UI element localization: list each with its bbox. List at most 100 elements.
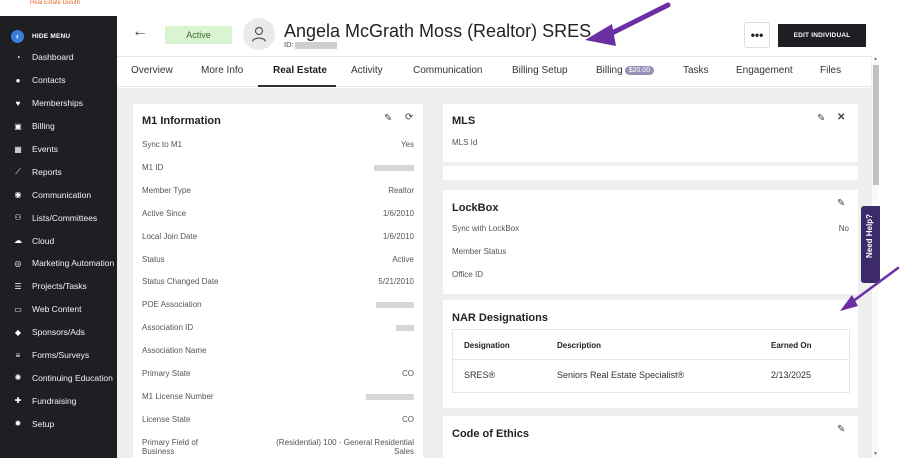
field-value: Active [392,254,414,264]
sidebar-item-events[interactable]: ▦ Events [0,138,117,161]
target-icon: ◎ [14,258,22,268]
sidebar-item-cloud[interactable]: ☁ Cloud [0,229,117,252]
redacted-value [376,300,414,309]
sidebar-item-label: Continuing Education [32,372,113,383]
sidebar-item-memberships[interactable]: ♥ Memberships [0,92,117,115]
description-cell: Seniors Real Estate Specialist® [557,370,685,380]
sidebar-item-label: Billing [32,121,55,132]
billing-badge: $20.00 [624,66,655,75]
tab-activity[interactable]: Activity [351,65,383,76]
sidebar-item-dashboard[interactable]: ◔ Dashboard [0,46,117,69]
chat-icon: ◉ [14,190,22,200]
lockbox-card-title: LockBox [452,202,499,214]
scroll-up-icon[interactable]: ▲ [873,56,878,62]
hide-menu-button[interactable]: ‹ HIDE MENU [0,26,117,46]
field-label: Association Name [142,346,207,356]
sidebar-item-continuing-education[interactable]: ✺ Continuing Education [0,366,117,389]
scroll-down-icon[interactable]: ▼ [873,451,878,457]
edit-individual-button[interactable]: EDIT INDIVIDUAL [778,24,866,47]
sidebar-item-label: Communication [32,189,92,200]
sidebar-item-label: Fundraising [32,395,77,406]
cog-icon: ✹ [14,419,22,429]
m1-card-title: M1 Information [142,115,221,127]
tab-more-info[interactable]: More Info [201,65,243,76]
more-options-button[interactable]: ••• [744,22,770,48]
sidebar-nav: ◔ Dashboard ● Contacts ♥ Memberships ▣ Billing ▦… [0,46,117,435]
tab-billing-setup[interactable]: Billing Setup [512,65,568,76]
sidebar-item-lists-committees[interactable]: ⚇ Lists/Committees [0,206,117,229]
field-label: POE Association [142,300,202,310]
tab-communication[interactable]: Communication [413,65,482,76]
record-id: ID: [284,40,337,49]
gear-icon: ✺ [14,373,22,383]
need-help-button[interactable]: Need Help? [861,206,880,283]
sidebar-item-label: Events [32,144,58,154]
nar-designations-card: NAR Designations Designation Description… [443,300,858,408]
sidebar-item-label: Lists/Committees [32,212,98,223]
sidebar-item-sponsors-ads[interactable]: ◆ Sponsors/Ads [0,321,117,344]
sidebar-item-projects-tasks[interactable]: ☰ Projects/Tasks [0,275,117,298]
sidebar-item-label: Memberships [32,98,84,109]
monitor-icon: ▭ [14,304,22,314]
lockbox-card: LockBox ✎ Sync with LockBox No Member St… [443,190,858,294]
record-header: ← Active Angela McGrath Moss (Realtor) S… [117,15,871,55]
pencil-icon[interactable]: ✎ [817,113,825,124]
tab-files[interactable]: Files [820,65,841,76]
sidebar-item-reports[interactable]: ⟋ Reports [0,160,117,183]
redaction-bar [366,393,414,400]
sidebar-item-fundraising[interactable]: ✚ Fundraising [0,389,117,412]
column-header: Designation [464,341,510,350]
field-value: Realtor [388,185,414,195]
field-value: CO [402,414,414,424]
scrollbar-thumb[interactable] [873,65,879,185]
column-header: Description [557,341,602,350]
ethics-card-title: Code of Ethics [452,428,530,440]
sidebar-item-label: Projects/Tasks [32,281,87,292]
heart-icon: ♥ [15,98,21,108]
pencil-icon[interactable]: ✎ [384,113,392,124]
sidebar-top-strip: Heal Estate Duluth [0,0,117,16]
sidebar-item-forms-surveys[interactable]: ≡ Forms/Surveys [0,344,117,367]
field-label: Sync to M1 [142,140,183,149]
field-label: Primary State [142,369,191,378]
sidebar-item-label: Reports [32,166,62,177]
refresh-icon[interactable]: ⟳ [405,112,413,123]
org-name: Heal Estate Duluth [30,0,81,6]
tab-tasks[interactable]: Tasks [683,65,709,76]
tab-bar: Overview More Info Real Estate Activity … [117,56,871,87]
tab-billing-label: Billing [596,65,623,76]
redacted-value [396,323,414,332]
lockbox-sync-value: No [838,224,849,233]
record-id-label: ID: [284,40,294,49]
sidebar-item-billing[interactable]: ▣ Billing [0,115,117,138]
money-icon: ▣ [14,121,22,131]
sidebar-item-setup[interactable]: ✹ Setup [0,412,117,435]
tab-engagement[interactable]: Engagement [736,65,793,76]
sidebar-item-label: Forms/Surveys [32,350,90,361]
field-label: License State [142,414,191,424]
designation-cell: SRES® [464,370,496,380]
sidebar: Heal Estate Duluth ‹ HIDE MENU ◔ Dashboar… [0,0,117,458]
nar-table: Designation Description Earned On SRES® … [452,329,850,393]
m1-card: M1 Information ✎ ⟳ Sync to M1 Yes M1 ID Mem… [133,104,423,458]
tab-overview[interactable]: Overview [131,65,173,76]
need-help-label: Need Help? [865,214,874,259]
sidebar-item-communication[interactable]: ◉ Communication [0,183,117,206]
tab-billing[interactable]: Billing $20.00 [596,65,655,76]
sidebar-item-label: Web Content [32,304,82,315]
sidebar-item-contacts[interactable]: ● Contacts [0,69,117,92]
field-label: Association ID [142,323,194,333]
sidebar-item-marketing-automation[interactable]: ◎ Marketing Automation [0,252,117,275]
sidebar-item-web-content[interactable]: ▭ Web Content [0,298,117,321]
close-icon[interactable]: ✕ [837,112,845,123]
pencil-icon[interactable]: ✎ [837,198,845,209]
back-arrow-icon[interactable]: ← [132,23,148,41]
field-value: 1/6/2010 [382,208,414,218]
sidebar-item-label: Sponsors/Ads [32,327,85,338]
field-label: Active Since [142,208,187,218]
pencil-icon[interactable]: ✎ [837,424,845,435]
field-value: 5/21/2010 [378,277,414,287]
redaction-bar [374,164,414,171]
earned-on-cell: 2/13/2025 [771,370,812,380]
tab-real-estate[interactable]: Real Estate [273,65,327,76]
